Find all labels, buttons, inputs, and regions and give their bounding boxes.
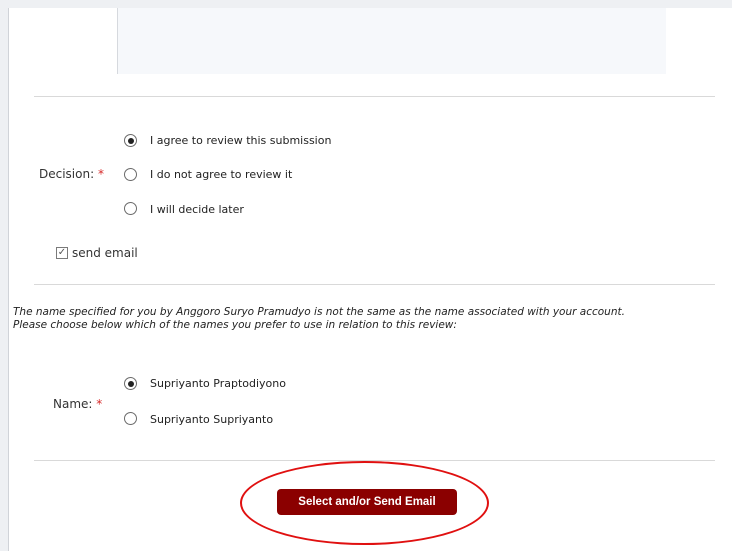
name-option-praptodiyono: Supriyanto Praptodiyono <box>150 377 286 390</box>
comments-textarea[interactable] <box>117 8 666 74</box>
decision-option-agree: I agree to review this submission <box>150 134 332 147</box>
review-form-panel: Decision: * I agree to review this submi… <box>8 8 732 551</box>
decision-label: Decision: * <box>39 167 104 181</box>
decision-option-disagree: I do not agree to review it <box>150 168 293 181</box>
decision-radio-agree[interactable] <box>124 134 137 147</box>
notice-line-1: The name specified for you by Anggoro Su… <box>13 306 625 318</box>
name-option-supriyanto: Supriyanto Supriyanto <box>150 413 274 426</box>
divider <box>34 284 715 285</box>
decision-radio-disagree[interactable] <box>124 168 137 181</box>
divider <box>34 96 715 97</box>
decision-option-later: I will decide later <box>150 203 244 216</box>
name-radio-praptodiyono[interactable] <box>124 377 137 390</box>
notice-line-2: Please choose below which of the names y… <box>13 319 457 331</box>
name-label: Name: * <box>53 397 103 411</box>
send-email-label: send email <box>72 246 138 260</box>
name-radio-supriyanto[interactable] <box>124 412 137 425</box>
decision-radio-later[interactable] <box>124 202 137 215</box>
select-send-email-button[interactable]: Select and/or Send Email <box>277 489 457 515</box>
name-mismatch-notice: The name specified for you by Anggoro Su… <box>13 306 713 332</box>
send-email-checkbox[interactable]: ✓ <box>56 247 68 259</box>
divider <box>34 460 715 461</box>
check-icon: ✓ <box>57 247 67 258</box>
